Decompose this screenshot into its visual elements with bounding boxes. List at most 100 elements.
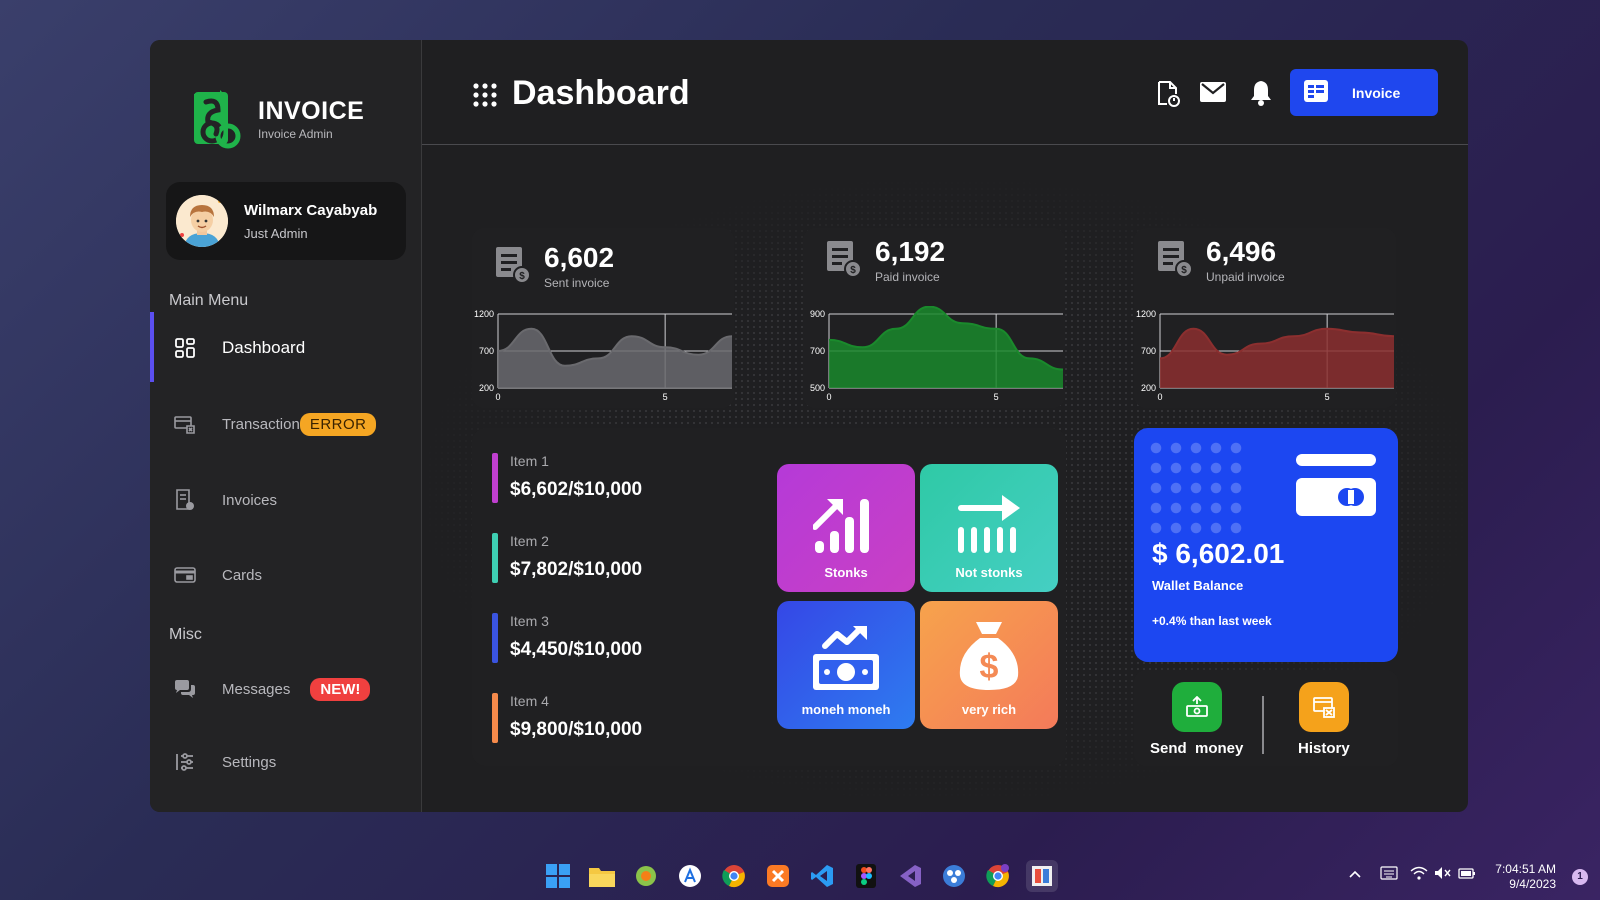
x-tick-label: 0 — [1157, 392, 1162, 402]
invoice-icon — [1304, 80, 1328, 105]
keyboard-icon[interactable] — [1380, 866, 1398, 885]
invoice-count-icon: $ — [825, 238, 863, 283]
sidebar-item-transaction[interactable]: Transaction ERROR — [150, 404, 422, 444]
sidebar-item-label: Settings — [222, 753, 277, 771]
app-logo[interactable]: INVOICE Invoice Admin — [192, 88, 364, 150]
cards-icon — [174, 564, 196, 586]
svg-text:$: $ — [1181, 265, 1187, 276]
chrome-icon[interactable] — [718, 860, 750, 892]
apps-grid-icon[interactable] — [472, 82, 498, 113]
not-stonks-tile[interactable]: Not stonks — [920, 464, 1058, 592]
messages-icon — [174, 678, 196, 700]
windows-start-icon[interactable] — [542, 860, 574, 892]
list-item: Item 2 $7,802/$10,000 — [492, 533, 642, 583]
sent-invoice-chart: 1200 700 2000 5 — [474, 309, 733, 402]
system-clock[interactable]: 7:04:51 AM 9/4/2023 — [1495, 862, 1556, 892]
notification-badge[interactable]: 1 — [1572, 869, 1588, 885]
clock-time: 7:04:51 AM — [1495, 862, 1556, 876]
history-button[interactable]: History — [1298, 682, 1350, 757]
y-tick-label: 700 — [479, 346, 494, 356]
app-store-icon[interactable] — [674, 860, 706, 892]
y-tick-label: 900 — [810, 309, 825, 319]
y-tick-label: 500 — [810, 383, 825, 393]
arrow-right-bars-icon — [958, 495, 1020, 553]
y-tick-label: 700 — [1141, 346, 1156, 356]
send-money-button[interactable]: Send money — [1150, 682, 1243, 757]
moneh-moneh-tile[interactable]: moneh moneh — [777, 601, 915, 729]
os-taskbar: 7:04:51 AM 9/4/2023 1 — [0, 852, 1600, 900]
invoice-count-icon: $ — [1156, 238, 1194, 283]
y-tick-label: 200 — [1141, 383, 1156, 393]
battery-icon[interactable] — [1458, 866, 1476, 885]
sidebar-item-label: Cards — [222, 566, 263, 584]
y-tick-label: 200 — [479, 383, 494, 393]
profile-role: Just Admin — [244, 225, 308, 241]
sidebar-item-cards[interactable]: Cards — [150, 555, 422, 595]
stat-card-paid: $ 6,192 Paid invoice 900 700 500 0 5 — [803, 228, 1065, 408]
logo-icon — [192, 88, 242, 150]
item-color-bar — [492, 693, 498, 743]
money-bag-icon: $ — [959, 622, 1019, 690]
visual-studio-icon[interactable] — [894, 860, 926, 892]
series-area — [498, 328, 732, 388]
stat-value: 6,192 — [875, 236, 946, 267]
item-value: $4,450/$10,000 — [510, 639, 643, 660]
header: Dashboard Invoice — [422, 40, 1468, 145]
sidebar-item-messages[interactable]: Messages NEW! — [150, 669, 422, 709]
x-tick-label: 0 — [495, 392, 500, 402]
logo-subtitle: Invoice Admin — [258, 127, 333, 141]
sidebar-item-settings[interactable]: Settings — [150, 742, 422, 782]
sidebar-item-invoices[interactable]: Invoices — [150, 480, 422, 520]
item-name: Item 1 — [510, 453, 549, 469]
vscode-icon[interactable] — [806, 860, 838, 892]
dashboard-icon — [174, 337, 196, 359]
profile-name: Wilmarx Cayabyab — [244, 201, 378, 219]
item-value: $6,602/$10,000 — [510, 479, 643, 500]
mail-icon[interactable] — [1200, 82, 1226, 107]
stat-label: Sent invoice — [544, 276, 610, 290]
stat-label: Unpaid invoice — [1206, 270, 1285, 284]
main-content: Dashboard Invoice $ 6,602 Sent invoice 1… — [422, 40, 1468, 812]
tile-label: moneh moneh — [801, 702, 891, 717]
error-badge: ERROR — [299, 412, 377, 436]
stonks-tile[interactable]: Stonks — [777, 464, 915, 592]
item-color-bar — [492, 453, 498, 503]
bell-icon[interactable] — [1250, 80, 1272, 111]
invoice-button-label: Invoice — [1352, 84, 1401, 101]
document-refresh-icon[interactable] — [1156, 80, 1182, 113]
wallet-label: Wallet Balance — [1152, 578, 1244, 593]
list-item: Item 3 $4,450/$10,000 — [492, 613, 642, 663]
very-rich-tile[interactable]: $ very rich — [920, 601, 1058, 729]
svg-text:$: $ — [519, 271, 525, 282]
misc-label: Misc — [169, 626, 202, 643]
app-chameleon-icon[interactable] — [630, 860, 662, 892]
file-explorer-icon[interactable] — [586, 860, 618, 892]
tray-chevron-icon[interactable] — [1348, 866, 1362, 884]
sidebar-item-dashboard[interactable]: Dashboard — [150, 312, 422, 382]
item-color-bar — [492, 533, 498, 583]
invoice-count-icon: $ — [494, 244, 532, 289]
item-name: Item 3 — [510, 613, 549, 629]
stat-value: 6,602 — [544, 242, 615, 273]
wallet-card-icon — [1296, 454, 1376, 523]
wallet-card: $ 6,602.01 Wallet Balance +0.4% than las… — [1134, 428, 1398, 662]
chart-up-icon — [813, 499, 869, 553]
figma-icon[interactable] — [850, 860, 882, 892]
item-value: $9,800/$10,000 — [510, 719, 643, 740]
history-icon — [1298, 682, 1349, 732]
chrome-profile-icon[interactable] — [982, 860, 1014, 892]
series-area — [1160, 328, 1394, 388]
xampp-icon[interactable] — [762, 860, 794, 892]
send-money-label: Send money — [1150, 740, 1244, 757]
main-menu-label: Main Menu — [169, 292, 249, 309]
invoice-button[interactable]: Invoice — [1290, 69, 1438, 116]
sidebar: INVOICE Invoice Admin Wilmarx Cayabyab J… — [150, 40, 422, 812]
sidebar-item-label: Invoices — [222, 491, 278, 509]
cash-growth-icon — [813, 626, 879, 690]
volume-muted-icon[interactable] — [1434, 866, 1452, 885]
app-blue-circle-icon[interactable] — [938, 860, 970, 892]
wifi-icon[interactable] — [1410, 866, 1428, 885]
profile-card[interactable]: Wilmarx Cayabyab Just Admin — [166, 182, 406, 260]
page-title: Dashboard — [512, 74, 690, 112]
active-app-icon[interactable] — [1026, 860, 1058, 892]
